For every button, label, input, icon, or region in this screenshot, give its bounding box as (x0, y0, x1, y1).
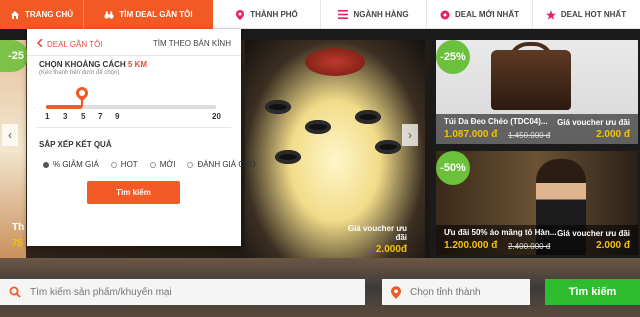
banner-voucher: Giá voucher ưu đãi 2.000đ (335, 224, 407, 255)
tag-icon (440, 10, 450, 20)
slider-next-arrow[interactable]: › (402, 124, 418, 146)
deal-info: Túi Da Đeo Chéo (TDC04)... 1.087.000 đ 1… (436, 114, 638, 144)
map-pin-icon (382, 285, 410, 299)
nav-hot-deals[interactable]: Deal hot nhất (533, 0, 639, 29)
nav-home-label: Trang chủ (25, 10, 73, 19)
slider-prev-arrow[interactable]: ‹ (2, 124, 18, 146)
product-search-input[interactable] (30, 286, 350, 298)
slider-tick: 1 (45, 112, 50, 121)
nav-deal-near-me-label: Tìm deal gần tôi (119, 10, 193, 19)
city-select-bar[interactable] (382, 279, 530, 305)
search-icon (0, 286, 30, 298)
slider-thumb-pin-icon[interactable] (73, 84, 91, 102)
top-navbar: Trang chủ Tìm deal gần tôi Thành phố Ngà… (0, 0, 640, 29)
nav-category-label: Ngành hàng (353, 10, 409, 19)
slider-tick: 7 (98, 112, 103, 121)
sort-option-label: Hot (120, 160, 138, 169)
binoculars-icon (104, 10, 114, 20)
slider-tick: 9 (115, 112, 120, 121)
sort-label: Sắp xếp kết quả (39, 140, 112, 149)
deal-old-price: 2.400.000 đ (508, 242, 551, 251)
chevron-left-icon (36, 38, 43, 49)
product-search-bar (0, 279, 365, 305)
voucher-label: Giá voucher ưu đãi (557, 229, 630, 238)
sort-options: % giảm giá Hot Mới Đánh giá cao (43, 160, 256, 169)
sort-option-discount[interactable]: % giảm giá (43, 160, 99, 169)
discount-badge: -50% (436, 151, 470, 185)
bag-image (491, 50, 571, 110)
deal-title[interactable]: Túi Da Đeo Chéo (TDC04)... (444, 117, 548, 126)
deal-card[interactable]: -50% Ưu đãi 50% áo măng tô Hàn... 1.200.… (436, 151, 638, 255)
voucher-label: Giá voucher ưu đãi (557, 118, 630, 127)
panel-header: Deal gần tôi Tìm theo bán kính (27, 29, 241, 56)
nav-city-label: Thành phố (250, 10, 298, 19)
back-link-label: Deal gần tôi (47, 39, 103, 49)
deal-price: 1.200.000 đ (444, 240, 498, 251)
deal-old-price: 1.450.000 đ (508, 131, 551, 140)
left-deal-title: Th (12, 222, 25, 233)
sort-option-hot[interactable]: Hot (110, 160, 138, 169)
voucher-label: Giá voucher ưu đãi (347, 224, 407, 242)
sort-option-rating[interactable]: Đánh giá cao (187, 160, 256, 169)
sort-option-label: % giảm giá (53, 160, 99, 169)
olive-decoration (305, 120, 331, 134)
radio-dot[interactable] (187, 161, 194, 168)
map-pin-icon (235, 9, 245, 20)
panel-search-button[interactable]: Tìm kiếm (87, 181, 180, 204)
nav-hot-deals-label: Deal hot nhất (560, 10, 627, 19)
discount-badge: -25% (436, 40, 470, 74)
list-icon (338, 10, 349, 20)
deal-title[interactable]: Ưu đãi 50% áo măng tô Hàn... (444, 228, 556, 237)
distance-value: 5 km (127, 60, 148, 69)
nav-city[interactable]: Thành phố (213, 0, 320, 29)
slider-hint: (Kéo thanh bên dưới để chọn) (39, 70, 120, 76)
radio-dot[interactable] (149, 161, 156, 168)
radius-mode-label: Tìm theo bán kính (152, 39, 231, 48)
star-icon (545, 9, 556, 20)
left-deal-price: 75 (12, 238, 24, 249)
tomato-decoration (305, 48, 365, 76)
slider-tick: 3 (63, 112, 68, 121)
deal-card[interactable]: -25% Túi Da Đeo Chéo (TDC04)... 1.087.00… (436, 40, 638, 144)
deal-near-me-panel: Deal gần tôi Tìm theo bán kính Chọn khoả… (27, 29, 256, 246)
deal-info: Ưu đãi 50% áo măng tô Hàn... 1.200.000 đ… (436, 225, 638, 255)
radio-dot[interactable] (43, 161, 49, 168)
distance-slider-fill (46, 105, 82, 109)
voucher-price: 2.000 đ (596, 129, 630, 140)
back-link[interactable]: Deal gần tôi (36, 38, 103, 49)
nav-home[interactable]: Trang chủ (0, 0, 83, 29)
slider-tick: 20 (212, 112, 221, 121)
panel-divider (37, 127, 231, 128)
sort-option-label: Đánh giá cao (197, 160, 256, 169)
radio-dot[interactable] (110, 161, 117, 168)
nav-newest-deals[interactable]: Deal mới nhất (427, 0, 532, 29)
city-input[interactable] (410, 286, 525, 298)
nav-category[interactable]: Ngành hàng (321, 0, 426, 29)
slider-tick: 5 (81, 112, 86, 121)
distance-label: Chọn khoảng cách 5 km (39, 60, 147, 69)
search-button[interactable]: Tìm kiếm (545, 279, 640, 305)
olive-decoration (355, 110, 381, 124)
voucher-price: 2.000đ (375, 244, 407, 255)
voucher-price: 2.000 đ (596, 240, 630, 251)
sort-option-label: Mới (159, 160, 176, 169)
nav-deal-near-me[interactable]: Tìm deal gần tôi (83, 0, 213, 29)
olive-decoration (265, 100, 291, 114)
sort-option-new[interactable]: Mới (149, 160, 176, 169)
olive-decoration (375, 140, 401, 154)
distance-label-text: Chọn khoảng cách (39, 60, 126, 69)
home-icon (10, 10, 20, 20)
olive-decoration (275, 150, 301, 164)
deal-price: 1.087.000 đ (444, 129, 498, 140)
nav-newest-deals-label: Deal mới nhất (454, 10, 519, 19)
